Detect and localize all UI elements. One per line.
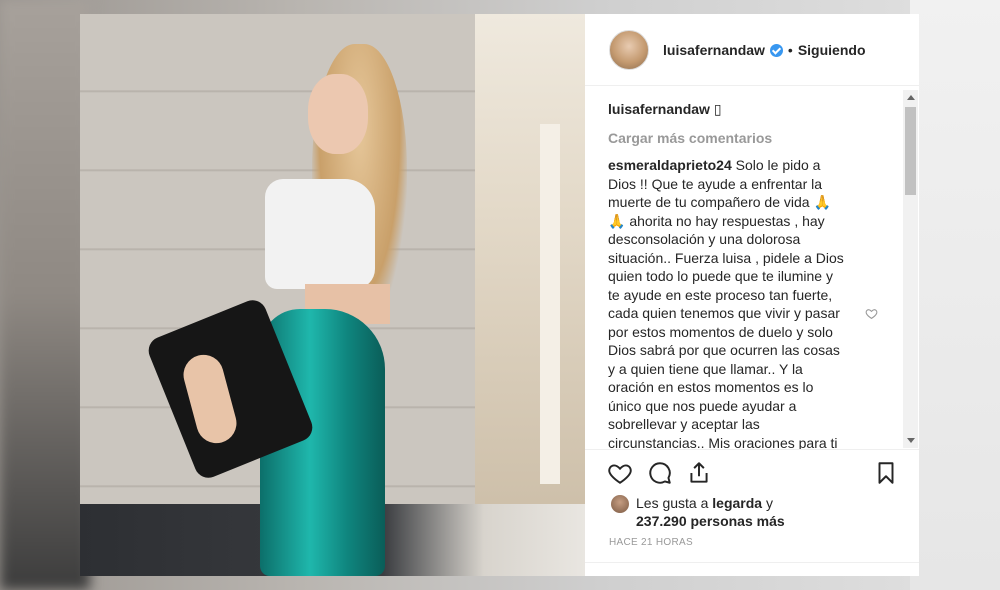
scroll-up-arrow-icon[interactable]: [907, 95, 915, 100]
divider: [585, 562, 919, 563]
post-header: luisafernandaw • Siguiendo: [585, 14, 919, 86]
heart-icon[interactable]: [607, 460, 633, 486]
backdrop-right-blur: [910, 0, 1000, 590]
load-more-comments-button[interactable]: Cargar más comentarios: [608, 130, 919, 146]
verified-badge-icon: [769, 44, 783, 57]
likes-summary: Les gusta a legarda y 237.290 personas m…: [585, 492, 919, 537]
post-photo[interactable]: [80, 14, 585, 576]
heart-small-icon[interactable]: [865, 307, 879, 321]
likes-count[interactable]: 237.290 personas más: [636, 513, 785, 529]
comment-text: Solo le pido a Dios !! Que te ayude a en…: [608, 157, 844, 449]
following-button[interactable]: Siguiendo: [798, 42, 866, 58]
comments-list[interactable]: luisafernandaw ▯ Cargar más comentarios …: [585, 87, 919, 449]
post-side-panel: luisafernandaw • Siguiendo luisafernanda…: [585, 14, 919, 576]
comment-icon[interactable]: [647, 460, 673, 486]
likes-text[interactable]: Les gusta a legarda y 237.290 personas m…: [636, 494, 896, 530]
photo-door-frame: [540, 124, 560, 484]
liker-avatar[interactable]: [611, 495, 629, 513]
likes-connector: y: [762, 495, 773, 511]
caption: luisafernandaw ▯: [608, 100, 919, 118]
comment-username[interactable]: esmeraldaprieto24: [608, 157, 732, 173]
share-icon[interactable]: [686, 460, 712, 486]
avatar[interactable]: [609, 29, 649, 70]
likes-prefix: Les gusta a: [636, 495, 713, 511]
header-username[interactable]: luisafernandaw: [663, 42, 765, 58]
post-timestamp[interactable]: HACE 21 HORAS: [609, 537, 693, 548]
bookmark-icon[interactable]: [873, 460, 899, 486]
likes-user[interactable]: legarda: [712, 495, 762, 511]
photo-figure-face: [308, 74, 368, 154]
photo-doorway: [475, 14, 585, 514]
caption-username[interactable]: luisafernandaw: [608, 101, 710, 117]
comment-item: esmeraldaprieto24 Solo le pido a Dios !!…: [608, 156, 844, 449]
backdrop-left-blur: [0, 0, 90, 590]
scroll-down-arrow-icon[interactable]: [907, 438, 915, 443]
header-separator: •: [787, 41, 793, 58]
scrollbar-thumb[interactable]: [905, 107, 916, 195]
photo-figure-top: [265, 179, 375, 289]
caption-text: ▯: [713, 101, 722, 117]
action-bar: [585, 449, 919, 497]
comments-scrollbar[interactable]: [903, 90, 918, 448]
